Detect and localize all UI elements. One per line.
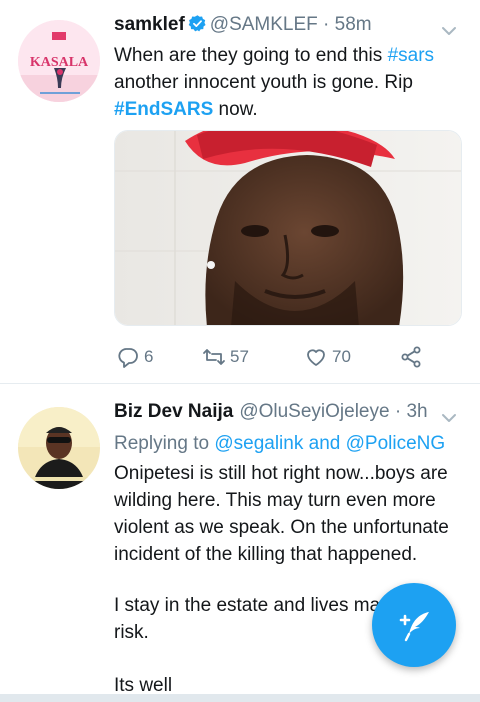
user-handle[interactable]: @OluSeyiOjeleye (239, 401, 389, 422)
retweet-button[interactable]: 57 (202, 342, 249, 372)
hashtag-link[interactable]: #EndSARS (114, 99, 213, 120)
timestamp[interactable]: 3h (406, 401, 427, 422)
reply-count: 6 (144, 347, 154, 366)
compose-icon (399, 612, 429, 642)
avatar[interactable] (18, 407, 100, 489)
tweet-photo[interactable] (114, 130, 462, 326)
tweet-text: When are they going to end this #sars an… (114, 42, 464, 123)
hashtag-link[interactable]: #sars (388, 45, 434, 66)
separator-dot: · (317, 14, 335, 35)
compose-tweet-button[interactable] (372, 583, 456, 667)
tweet-paragraph: Onipetesi is still hot right now...boys … (114, 463, 449, 565)
text-segment: When are they going to end this (114, 45, 388, 66)
text-segment: another innocent youth is gone. Rip (114, 72, 413, 93)
like-count: 70 (332, 347, 351, 366)
user-handle[interactable]: @SAMKLEF (210, 14, 318, 35)
display-name[interactable]: Biz Dev Naija (114, 401, 233, 422)
tweet-samklef[interactable]: KASALA samklef @SAMKLEF · 58m When are th… (0, 0, 480, 384)
and-label: and (303, 433, 346, 454)
avatar[interactable]: KASALA (18, 20, 100, 102)
timestamp[interactable]: 58m (335, 14, 372, 35)
retweet-icon (203, 349, 225, 365)
separator-dot: · (389, 401, 407, 422)
verified-badge-icon (188, 14, 207, 33)
chevron-down-icon[interactable] (440, 409, 458, 427)
like-button[interactable]: 70 (304, 342, 351, 372)
avatar-logo-text: KASALA (30, 55, 89, 70)
replying-to: Replying to @segalink and @PoliceNG (114, 433, 445, 455)
tweet-text: Onipetesi is still hot right now...boys … (114, 460, 464, 568)
text-segment: now. (213, 99, 258, 120)
heart-icon (307, 349, 325, 366)
tweet-header: Biz Dev Naija @OluSeyiOjeleye · 3h (114, 401, 428, 431)
reply-button[interactable]: 6 (116, 342, 153, 372)
chevron-down-icon[interactable] (440, 22, 458, 40)
share-icon (401, 346, 421, 368)
bottom-bar (0, 694, 480, 702)
tweet-actions: 6 57 70 (114, 342, 444, 372)
mention-link[interactable]: @segalink (214, 433, 303, 454)
mention-link[interactable]: @PoliceNG (346, 433, 446, 454)
retweet-count: 57 (230, 347, 249, 366)
reply-icon (118, 348, 138, 368)
replying-label: Replying to (114, 433, 215, 454)
share-button[interactable] (399, 342, 427, 372)
tweet-header: samklef @SAMKLEF · 58m (114, 14, 372, 44)
display-name[interactable]: samklef (114, 14, 185, 35)
